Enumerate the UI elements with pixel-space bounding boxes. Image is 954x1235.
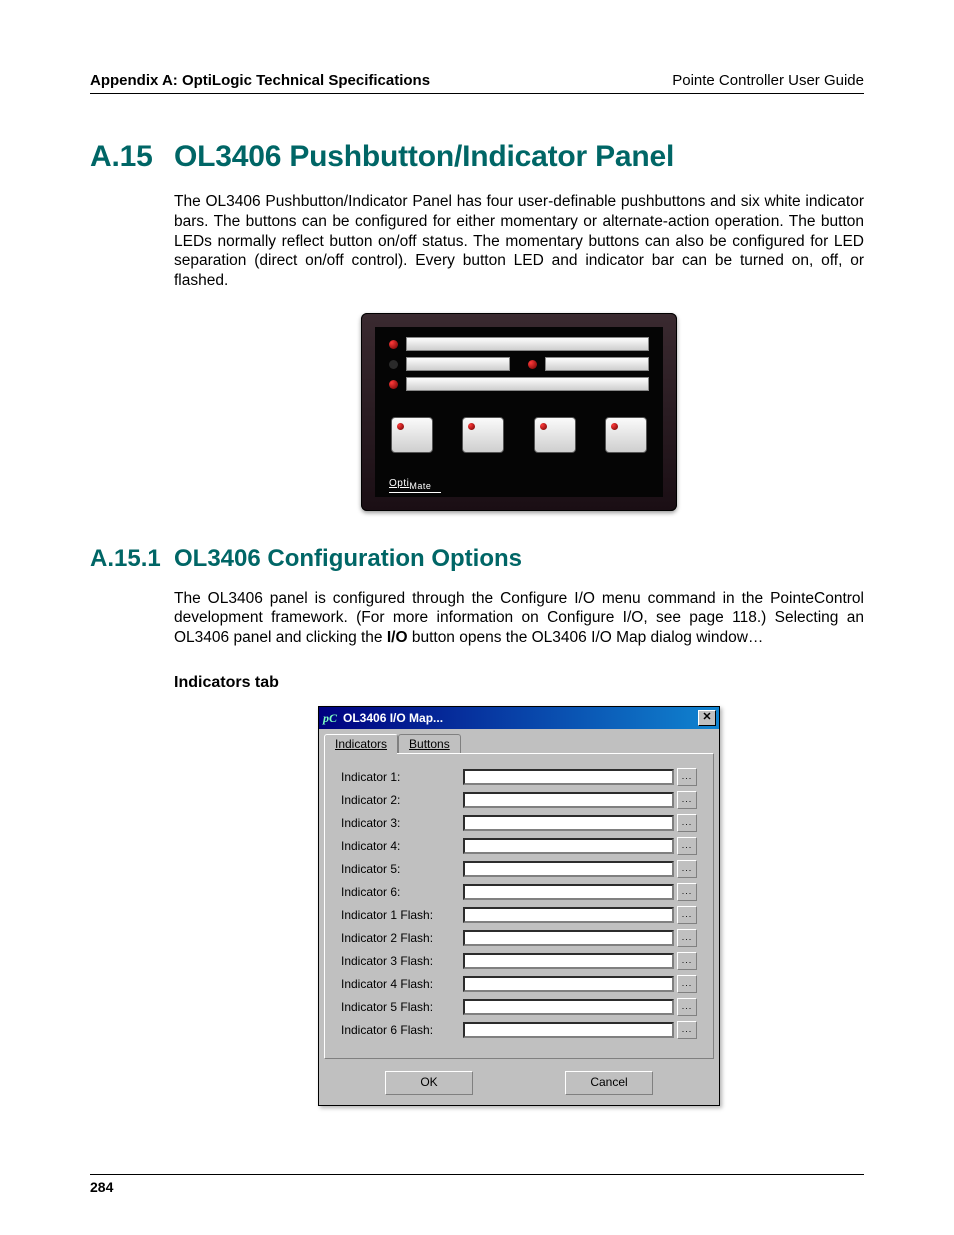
indicator-led-icon — [389, 340, 398, 349]
browse-button[interactable]: ... — [677, 906, 697, 924]
field-row: Indicator 3:... — [341, 814, 697, 832]
tab-buttons[interactable]: Buttons — [398, 734, 461, 753]
browse-button[interactable]: ... — [677, 952, 697, 970]
section-heading: A.15OL3406 Pushbutton/Indicator Panel — [90, 140, 864, 174]
browse-button[interactable]: ... — [677, 837, 697, 855]
field-label: Indicator 5: — [341, 862, 463, 876]
tab-indicators[interactable]: Indicators — [324, 734, 398, 753]
hardware-pushbutton — [534, 417, 576, 453]
field-row: Indicator 6:... — [341, 883, 697, 901]
field-row: Indicator 5 Flash:... — [341, 998, 697, 1016]
field-label: Indicator 2: — [341, 793, 463, 807]
close-button[interactable]: ✕ — [698, 710, 716, 726]
indicator-5-flash-input[interactable] — [463, 999, 674, 1015]
indicator-2-flash-input[interactable] — [463, 930, 674, 946]
page-header: Appendix A: OptiLogic Technical Specific… — [90, 72, 864, 94]
field-label: Indicator 1: — [341, 770, 463, 784]
subsection-paragraph: The OL3406 panel is configured through t… — [174, 589, 864, 648]
field-row: Indicator 4 Flash:... — [341, 975, 697, 993]
indicator-bar — [406, 337, 649, 351]
page-footer: 284 — [90, 1174, 864, 1195]
device-illustration: OptiMate — [174, 313, 864, 511]
field-row: Indicator 2 Flash:... — [341, 929, 697, 947]
section-paragraph-1: The OL3406 Pushbutton/Indicator Panel ha… — [174, 192, 864, 291]
indicator-4-input[interactable] — [463, 838, 674, 854]
browse-button[interactable]: ... — [677, 860, 697, 878]
indicator-bar — [545, 357, 649, 371]
field-row: Indicator 6 Flash:... — [341, 1021, 697, 1039]
field-label: Indicator 2 Flash: — [341, 931, 463, 945]
indicator-3-input[interactable] — [463, 815, 674, 831]
indicator-led-icon — [389, 380, 398, 389]
dialog-title: OL3406 I/O Map... — [343, 711, 443, 725]
indicator-bar — [406, 377, 649, 391]
section-number: A.15 — [90, 140, 174, 174]
indicator-6-input[interactable] — [463, 884, 674, 900]
field-label: Indicator 4 Flash: — [341, 977, 463, 991]
hardware-pushbutton — [391, 417, 433, 453]
header-right: Pointe Controller User Guide — [672, 72, 864, 89]
ok-button[interactable]: OK — [385, 1071, 473, 1095]
browse-button[interactable]: ... — [677, 1021, 697, 1039]
field-row: Indicator 2:... — [341, 791, 697, 809]
field-label: Indicator 6: — [341, 885, 463, 899]
cancel-button[interactable]: Cancel — [565, 1071, 653, 1095]
indicator-1-input[interactable] — [463, 769, 674, 785]
page-number: 284 — [90, 1179, 113, 1195]
indicators-tab-heading: Indicators tab — [174, 674, 864, 692]
field-label: Indicator 1 Flash: — [341, 908, 463, 922]
section-title: OL3406 Pushbutton/Indicator Panel — [174, 140, 674, 173]
device-brand-label: OptiMate — [389, 478, 441, 493]
indicator-led-icon — [389, 360, 398, 369]
indicator-2-input[interactable] — [463, 792, 674, 808]
browse-button[interactable]: ... — [677, 929, 697, 947]
browse-button[interactable]: ... — [677, 814, 697, 832]
field-label: Indicator 4: — [341, 839, 463, 853]
browse-button[interactable]: ... — [677, 791, 697, 809]
browse-button[interactable]: ... — [677, 998, 697, 1016]
hardware-pushbutton — [462, 417, 504, 453]
field-label: Indicator 3: — [341, 816, 463, 830]
field-row: Indicator 3 Flash:... — [341, 952, 697, 970]
tab-strip: IndicatorsButtons — [319, 729, 719, 753]
indicator-1-flash-input[interactable] — [463, 907, 674, 923]
indicator-5-input[interactable] — [463, 861, 674, 877]
field-label: Indicator 3 Flash: — [341, 954, 463, 968]
dialog-titlebar: pC OL3406 I/O Map... ✕ — [319, 707, 719, 729]
field-row: Indicator 1 Flash:... — [341, 906, 697, 924]
subsection-title: OL3406 Configuration Options — [174, 545, 522, 572]
browse-button[interactable]: ... — [677, 883, 697, 901]
field-row: Indicator 1:... — [341, 768, 697, 786]
browse-button[interactable]: ... — [677, 768, 697, 786]
app-logo-icon: pC — [323, 711, 339, 726]
header-left: Appendix A: OptiLogic Technical Specific… — [90, 72, 430, 89]
indicator-3-flash-input[interactable] — [463, 953, 674, 969]
field-label: Indicator 6 Flash: — [341, 1023, 463, 1037]
indicator-4-flash-input[interactable] — [463, 976, 674, 992]
indicator-bar — [406, 357, 510, 371]
field-row: Indicator 5:... — [341, 860, 697, 878]
hardware-pushbutton — [605, 417, 647, 453]
indicator-6-flash-input[interactable] — [463, 1022, 674, 1038]
field-label: Indicator 5 Flash: — [341, 1000, 463, 1014]
subsection-number: A.15.1 — [90, 545, 174, 573]
browse-button[interactable]: ... — [677, 975, 697, 993]
subsection-heading: A.15.1OL3406 Configuration Options — [90, 545, 864, 573]
field-row: Indicator 4:... — [341, 837, 697, 855]
tab-pane: Indicator 1:... Indicator 2:... Indicato… — [324, 753, 714, 1059]
indicator-led-icon — [528, 360, 537, 369]
io-map-dialog: pC OL3406 I/O Map... ✕ IndicatorsButtons… — [318, 706, 720, 1106]
